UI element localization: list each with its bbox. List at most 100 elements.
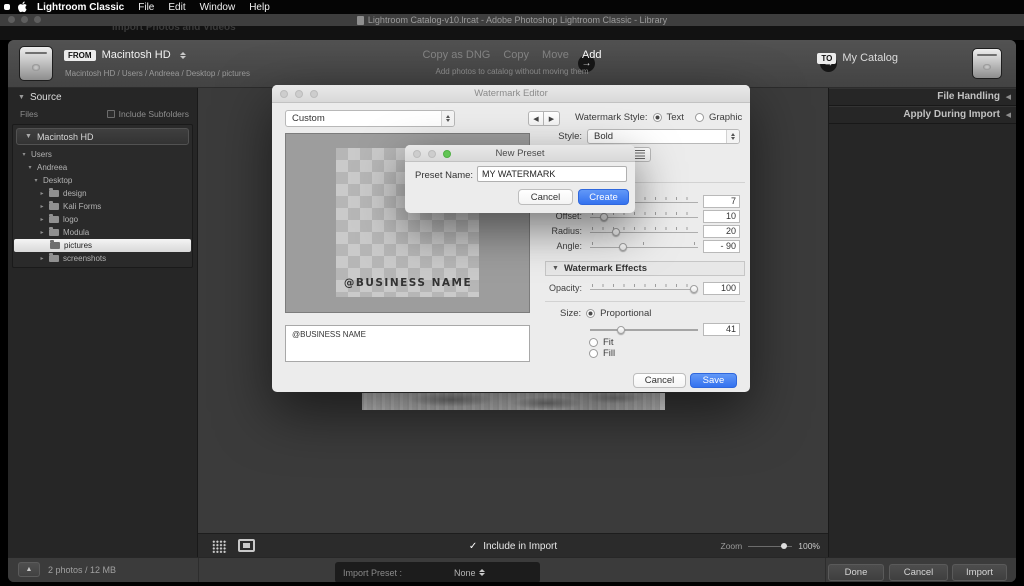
minimize-dialog-icon[interactable] <box>295 90 303 98</box>
from-source-stepper-icon[interactable] <box>180 52 186 59</box>
next-watermark-button[interactable]: ▶ <box>544 111 560 126</box>
slider-value[interactable]: - 90 <box>703 240 740 253</box>
slider-thumb[interactable] <box>612 228 620 236</box>
watermark-preset-dropdown[interactable]: Custom <box>285 110 455 127</box>
tree-item-andreea[interactable]: ▾Andreea <box>13 161 192 174</box>
collapse-triangle-icon: ▼ <box>18 94 25 101</box>
include-subfolders-checkbox[interactable] <box>107 110 115 118</box>
previous-watermark-button[interactable]: ◀ <box>528 111 544 126</box>
method-copy[interactable]: Copy <box>503 49 529 61</box>
slider-thumb[interactable] <box>600 213 608 221</box>
menu-item-edit[interactable]: Edit <box>168 2 185 13</box>
minimize-window-icon[interactable] <box>21 16 28 23</box>
method-add[interactable]: Add <box>582 49 602 61</box>
new-preset-cancel-button[interactable]: Cancel <box>518 189 573 205</box>
tree-item-logo[interactable]: ▸logo <box>13 213 192 226</box>
watermark-effects-header[interactable]: ▼ Watermark Effects <box>545 261 745 276</box>
close-dialog-icon[interactable] <box>280 90 288 98</box>
expander-right-icon[interactable]: ▸ <box>39 216 45 223</box>
expander-down-icon[interactable]: ▼ <box>25 133 32 140</box>
radio-fill[interactable] <box>589 349 598 358</box>
done-button[interactable]: Done <box>828 564 884 581</box>
close-window-icon[interactable] <box>8 16 15 23</box>
import-preset-value[interactable]: None <box>454 568 476 578</box>
dropdown-stepper-icon <box>726 130 739 143</box>
minimize-dialog-icon[interactable] <box>428 150 436 158</box>
slider-value[interactable]: 7 <box>703 195 740 208</box>
new-preset-title: New Preset <box>495 148 544 159</box>
text-style-dropdown[interactable]: Bold <box>587 129 740 144</box>
source-panel: ▼ Source Files Include Subfolders ▼ Maci… <box>8 88 198 557</box>
size-value[interactable]: 41 <box>703 323 740 336</box>
size-slider-thumb[interactable] <box>617 326 625 334</box>
radio-proportional-label: Proportional <box>600 308 651 319</box>
watermark-save-button[interactable]: Save <box>690 373 737 388</box>
expander-right-icon[interactable]: ▸ <box>39 203 45 210</box>
collapse-panel-button[interactable]: ▲ <box>18 562 40 577</box>
expander-down-icon[interactable]: ▾ <box>27 164 33 171</box>
radio-fit[interactable] <box>589 338 598 347</box>
photos-info: 2 photos / 12 MB <box>48 565 116 575</box>
expander-right-icon[interactable]: ▸ <box>39 255 45 262</box>
tree-item-modula[interactable]: ▸Modula <box>13 226 192 239</box>
expander-down-icon[interactable]: ▾ <box>33 177 39 184</box>
zoom-dialog-icon[interactable] <box>443 150 451 158</box>
tree-item-macintosh-hd[interactable]: ▼ Macintosh HD <box>16 128 189 145</box>
radio-graphic[interactable] <box>695 113 704 122</box>
slider-value[interactable]: 10 <box>703 210 740 223</box>
new-preset-create-button[interactable]: Create <box>578 189 629 205</box>
status-bar: ▲ 2 photos / 12 MB Import Preset : None … <box>8 557 1016 582</box>
zoom-dialog-icon[interactable] <box>310 90 318 98</box>
import-methods: Copy as DNG Copy Move Add <box>352 49 672 61</box>
slider-track[interactable] <box>590 225 698 237</box>
opacity-slider[interactable] <box>590 282 698 294</box>
source-panel-header[interactable]: ▼ Source <box>8 88 197 103</box>
preset-name-input[interactable]: MY WATERMARK <box>477 166 627 182</box>
import-preset-stepper-icon[interactable] <box>479 569 485 576</box>
import-method-description: Add photos to catalog without moving the… <box>352 67 672 76</box>
menu-app-name[interactable]: Lightroom Classic <box>37 2 124 13</box>
tree-item-kali-forms[interactable]: ▸Kali Forms <box>13 200 192 213</box>
cancel-button[interactable]: Cancel <box>889 564 948 581</box>
slider-track[interactable] <box>590 240 698 252</box>
menu-item-window[interactable]: Window <box>200 2 236 13</box>
slider-thumb[interactable] <box>619 243 627 251</box>
zoom-slider[interactable] <box>748 541 792 551</box>
method-copy-as-dng[interactable]: Copy as DNG <box>422 49 490 61</box>
panel-section-apply-during-import[interactable]: Apply During Import◀ <box>829 106 1016 124</box>
apple-menu-icon[interactable] <box>18 1 28 13</box>
import-preset-label: Import Preset : <box>343 568 402 578</box>
radio-text[interactable] <box>653 113 662 122</box>
tree-item-screenshots[interactable]: ▸screenshots <box>13 252 192 265</box>
folder-icon <box>50 242 60 249</box>
zoom-slider-thumb[interactable] <box>781 543 787 549</box>
tree-item-pictures[interactable]: pictures <box>14 239 191 252</box>
close-dialog-icon[interactable] <box>413 150 421 158</box>
collapse-triangle-icon: ▼ <box>552 265 559 272</box>
from-badge: FROM <box>64 50 96 61</box>
expander-right-icon[interactable]: ▸ <box>39 229 45 236</box>
photo-thumbnail[interactable] <box>362 393 665 410</box>
tree-item-desktop[interactable]: ▾Desktop <box>13 174 192 187</box>
opacity-slider-thumb[interactable] <box>690 285 698 293</box>
panel-section-file-handling[interactable]: File Handling◀ <box>829 88 1016 106</box>
tree-item-design[interactable]: ▸design <box>13 187 192 200</box>
zoom-window-icon[interactable] <box>34 16 41 23</box>
dropdown-stepper-icon <box>441 111 454 126</box>
to-catalog-name[interactable]: My Catalog <box>842 52 898 64</box>
from-source-name[interactable]: Macintosh HD <box>102 49 171 61</box>
include-subfolders-label: Include Subfolders <box>119 109 189 119</box>
watermark-cancel-button[interactable]: Cancel <box>633 373 686 388</box>
tree-item-users[interactable]: ▾Users <box>13 148 192 161</box>
menu-item-help[interactable]: Help <box>249 2 270 13</box>
slider-value[interactable]: 20 <box>703 225 740 238</box>
radio-proportional[interactable] <box>586 309 595 318</box>
opacity-value[interactable]: 100 <box>703 282 740 295</box>
method-move[interactable]: Move <box>542 49 569 61</box>
expander-right-icon[interactable]: ▸ <box>39 190 45 197</box>
expander-down-icon[interactable]: ▾ <box>21 151 27 158</box>
menu-item-file[interactable]: File <box>138 2 154 13</box>
import-button[interactable]: Import <box>952 564 1007 581</box>
size-slider[interactable] <box>590 323 698 335</box>
watermark-text-input[interactable]: @BUSINESS NAME <box>285 325 530 362</box>
